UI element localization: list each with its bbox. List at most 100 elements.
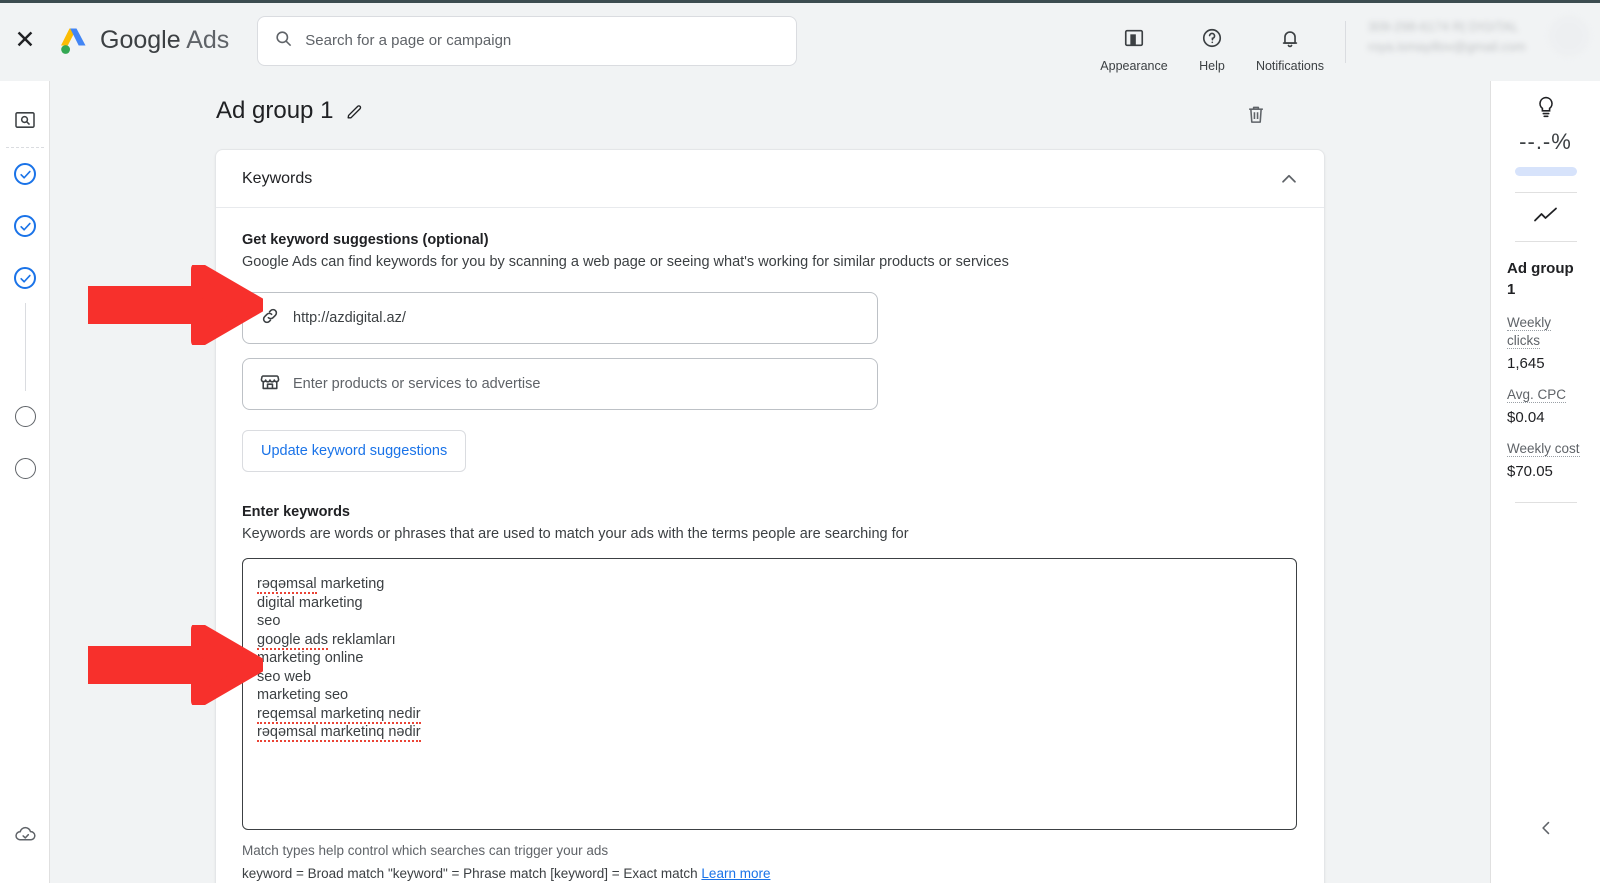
avatar[interactable]: [1548, 14, 1590, 57]
stat-weekly-cost-label: Weekly cost: [1507, 441, 1580, 457]
match-types-note: Match types help control which searches …: [242, 843, 609, 858]
stat-weekly-clicks-label: Weekly clicks: [1507, 315, 1552, 349]
check-circle-icon: [14, 215, 36, 237]
help-icon: [1201, 27, 1223, 54]
notifications-button[interactable]: Notifications: [1251, 27, 1329, 73]
website-url-value: http://azdigital.az/: [293, 310, 406, 326]
keywords-card: Keywords Get keyword suggestions (option…: [215, 149, 1325, 883]
keyword-text: seo web: [257, 668, 312, 685]
keyword-text: reqemsal marketinq nedir: [257, 705, 421, 724]
suggestions-description: Google Ads can find keywords for you by …: [242, 254, 1009, 270]
optimization-score-bar: [1514, 167, 1577, 176]
stat-avg-cpc: Avg. CPC $0.04: [1507, 386, 1587, 426]
products-services-input[interactable]: Enter products or services to advertise: [242, 358, 878, 410]
keyword-line: rəqəmsal marketing: [257, 575, 1282, 594]
rail-connector-line: [24, 303, 26, 391]
keyword-line: digital marketing: [257, 594, 1282, 613]
sidebar-step-3[interactable]: [0, 265, 50, 291]
notifications-label: Notifications: [1255, 59, 1325, 73]
keyword-line: google ads reklamları: [257, 631, 1282, 650]
update-keyword-suggestions-button[interactable]: Update keyword suggestions: [242, 430, 467, 472]
website-url-input[interactable]: http://azdigital.az/: [242, 292, 878, 344]
keyword-text: marketing seo: [257, 687, 349, 703]
collapse-panel-button[interactable]: [1491, 818, 1600, 843]
keywords-card-title: Keywords: [242, 169, 313, 187]
keywords-textarea[interactable]: rəqəmsal marketing digital marketing seo go…: [242, 558, 1297, 830]
keyword-line: seo: [257, 612, 1282, 631]
close-button[interactable]: ✕: [0, 0, 50, 81]
keyword-text: seo: [257, 613, 281, 629]
stat-avg-cpc-value: $0.04: [1507, 409, 1545, 426]
keyword-line: marketing online: [257, 649, 1282, 668]
help-label: Help: [1199, 59, 1225, 73]
stat-weekly-clicks-value: 1,645: [1507, 355, 1545, 372]
sidebar-step-5[interactable]: [0, 455, 50, 481]
learn-more-link[interactable]: Learn more: [701, 866, 770, 881]
check-circle-icon: [14, 267, 36, 289]
close-icon: ✕: [14, 26, 36, 54]
stat-weekly-cost-value: $70.05: [1507, 463, 1553, 480]
right-side-panel: --.-% Ad group 1 Weekly clicks 1,645 Avg…: [1490, 81, 1600, 883]
optimization-score: --.-%: [1519, 129, 1572, 154]
brand-logo-group[interactable]: Google Ads: [56, 24, 229, 58]
rail-divider: [6, 147, 44, 148]
keywords-card-body: Get keyword suggestions (optional) Googl…: [216, 208, 1324, 881]
pencil-icon[interactable]: [345, 102, 364, 121]
products-services-placeholder: Enter products or services to advertise: [293, 376, 541, 392]
stat-avg-cpc-label: Avg. CPC: [1507, 387, 1567, 403]
sidebar-step-2[interactable]: [0, 213, 50, 239]
sidebar-step-1[interactable]: [0, 161, 50, 187]
keyword-text: rəqəmsal marketing: [257, 576, 385, 594]
keyword-text: digital marketing: [257, 594, 363, 611]
storefront-icon: [259, 371, 281, 398]
chevron-left-icon: [1536, 818, 1556, 843]
bell-icon: [1279, 27, 1301, 54]
appearance-label: Appearance: [1100, 59, 1168, 73]
enter-keywords-section: Enter keywords Keywords are words or phr…: [242, 504, 1298, 542]
keywords-card-header[interactable]: Keywords: [216, 150, 1324, 208]
top-bar-actions: Appearance Help Notifications 309-298-61…: [1095, 0, 1600, 81]
top-bar-divider: [1345, 21, 1346, 63]
search-overview-icon[interactable]: [0, 107, 50, 133]
panel-ad-group-name: Ad group 1: [1507, 260, 1574, 298]
keyword-text: marketing online: [257, 650, 364, 666]
match-types-legend-text: keyword = Broad match "keyword" = Phrase…: [242, 866, 698, 881]
main-content: Ad group 1 Keywords Get keyword suggesti…: [50, 81, 1490, 883]
search-input[interactable]: Search for a page or campaign: [257, 15, 798, 66]
check-circle-icon: [14, 163, 36, 185]
account-info[interactable]: 309-298-6174 R| D!GITAL roya.ismayillov@…: [1360, 7, 1600, 67]
brand-title: Google Ads: [100, 26, 229, 55]
chevron-up-icon[interactable]: [1278, 168, 1300, 190]
account-email: roya.ismayillov@gmail.com: [1368, 38, 1526, 54]
page-header: Ad group 1: [216, 97, 364, 125]
stat-weekly-clicks: Weekly clicks 1,645: [1507, 314, 1587, 372]
google-ads-ad-group-editor: ✕ Google Ads Search for a page or campai…: [0, 0, 1600, 883]
circle-outline-icon: [14, 405, 36, 427]
delete-ad-group-button[interactable]: [1245, 103, 1267, 131]
top-bar: ✕ Google Ads Search for a page or campai…: [0, 0, 1600, 81]
account-id: 309-298-6174 R| D!GITAL: [1368, 18, 1519, 34]
link-icon: [259, 305, 281, 332]
brand-primary: Google: [100, 26, 181, 54]
keyword-text: rəqəmsal marketinq nədir: [257, 724, 421, 742]
trending-up-icon[interactable]: [1491, 193, 1600, 225]
search-placeholder: Search for a page or campaign: [305, 32, 512, 49]
google-ads-logo-icon: [56, 24, 90, 58]
enter-keywords-description: Keywords are words or phrases that are u…: [242, 526, 909, 542]
left-rail: [0, 81, 50, 883]
sidebar-step-4[interactable]: [0, 403, 50, 429]
cloud-save-icon[interactable]: [0, 821, 50, 847]
keyword-line: reqemsal marketinq nedir: [257, 705, 1282, 724]
panel-divider-2: [1514, 241, 1577, 242]
keyword-text: google ads reklamları: [257, 631, 396, 650]
lightbulb-icon[interactable]: [1491, 81, 1600, 121]
circle-outline-icon: [14, 457, 36, 479]
panel-divider-3: [1514, 502, 1577, 503]
suggestions-heading: Get keyword suggestions (optional): [242, 232, 489, 248]
page-title: Ad group 1: [216, 97, 334, 124]
help-button[interactable]: Help: [1173, 27, 1251, 73]
enter-keywords-heading: Enter keywords: [242, 504, 350, 520]
trash-icon: [1245, 103, 1267, 131]
appearance-button[interactable]: Appearance: [1095, 27, 1173, 73]
keyword-line: seo web: [257, 668, 1282, 687]
